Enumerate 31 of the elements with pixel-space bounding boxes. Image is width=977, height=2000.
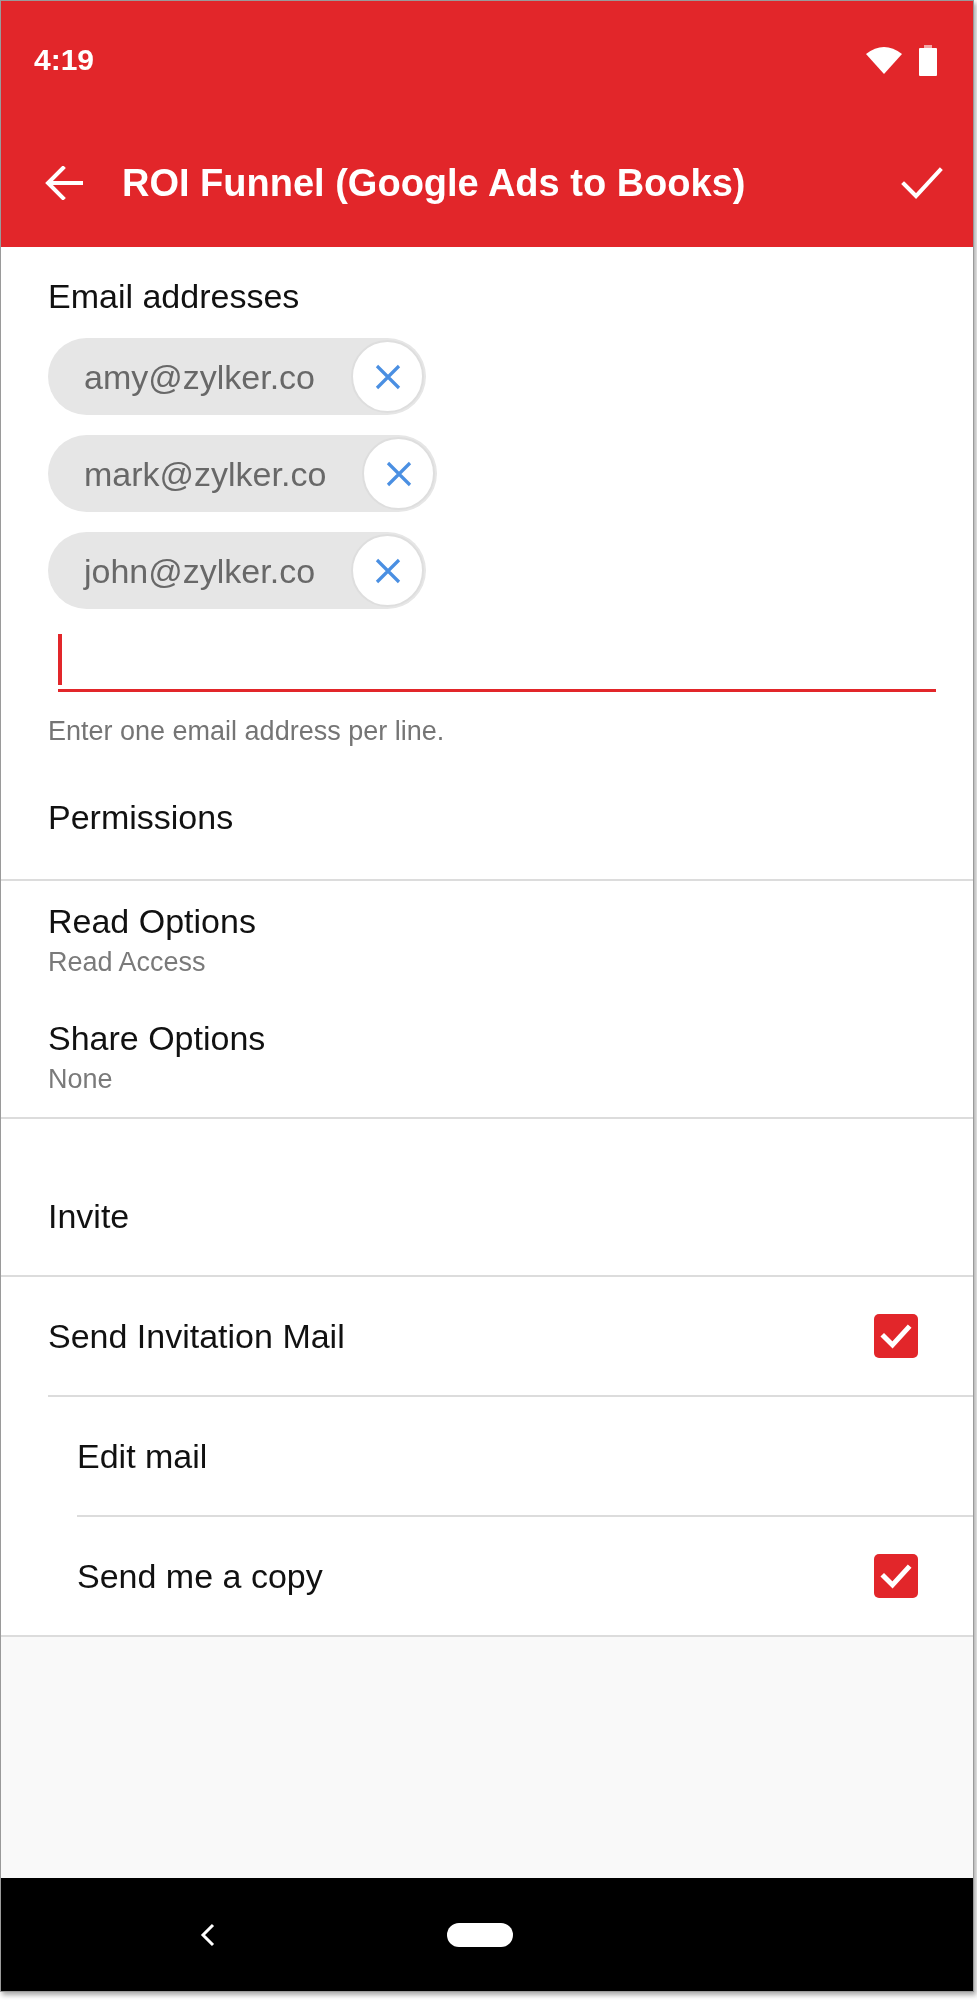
checkbox[interactable] — [874, 1554, 918, 1598]
email-address: john@zylker.co — [84, 550, 316, 591]
app-bar-title: ROI Funnel (Google Ads to Books) — [122, 161, 747, 206]
close-icon — [385, 460, 412, 487]
setting-label: Send Invitation Mail — [48, 1316, 345, 1356]
option-title[interactable]: Read Options — [48, 901, 256, 941]
check-icon — [901, 167, 943, 199]
menu-item[interactable]: Edit mail — [77, 1436, 208, 1476]
section-heading: Permissions — [48, 797, 234, 837]
option-value: Read Access — [48, 946, 206, 978]
remove-chip-button[interactable] — [351, 340, 424, 413]
setting-label: Send me a copy — [77, 1556, 323, 1596]
remove-chip-button[interactable] — [351, 534, 425, 607]
email-address: mark@zylker.co — [84, 453, 327, 494]
email-address: amy@zylker.co — [84, 356, 315, 397]
status-time: 4:19 — [34, 42, 95, 78]
close-icon — [374, 363, 401, 390]
option-value: None — [48, 1063, 113, 1095]
text-cursor — [58, 634, 62, 685]
back-icon[interactable] — [199, 1922, 215, 1947]
remove-chip-button[interactable] — [362, 437, 436, 510]
option-title[interactable]: Share Options — [48, 1018, 266, 1058]
section-heading: Invite — [48, 1196, 130, 1236]
wifi-icon — [866, 46, 902, 74]
home-button[interactable] — [447, 1922, 513, 1947]
field-label: Email addresses — [48, 276, 301, 316]
helper-text: Enter one email address per line. — [48, 715, 446, 747]
checkbox[interactable] — [874, 1314, 918, 1358]
back-arrow-icon — [45, 166, 83, 200]
battery-icon — [919, 44, 937, 76]
close-icon — [374, 557, 401, 584]
